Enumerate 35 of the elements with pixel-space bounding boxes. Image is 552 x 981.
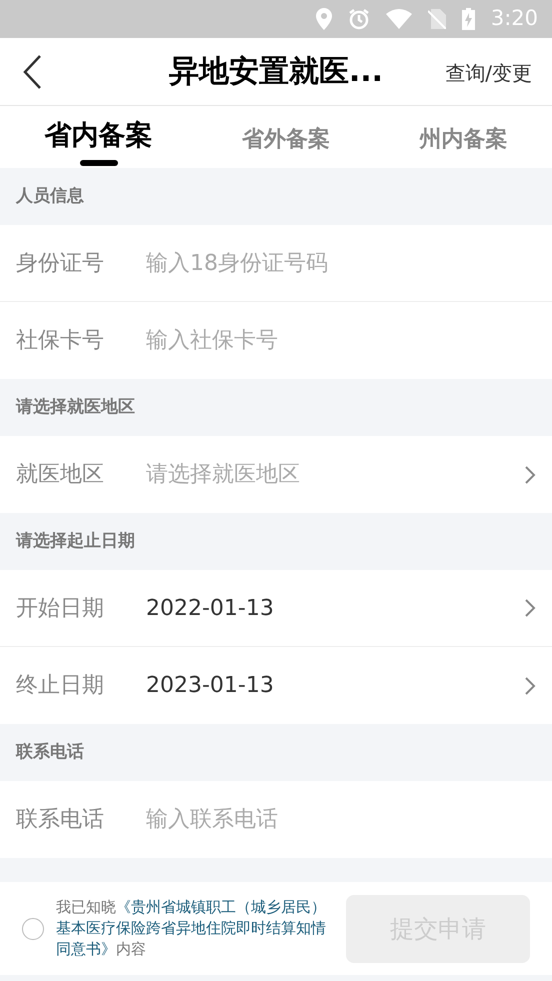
input-field[interactable]: 输入社保卡号 (146, 324, 536, 357)
field-label: 开始日期 (16, 594, 105, 622)
section-header: 人员信息 (14, 184, 85, 208)
agreement-radio[interactable] (22, 918, 44, 940)
form-field[interactable]: 身份证号 输入18身份证号码 (0, 225, 552, 302)
alarm-icon (348, 8, 370, 30)
select-value[interactable]: 2022-01-13 (146, 592, 524, 624)
chevron-right-icon (524, 464, 536, 484)
chevron-right-icon (524, 598, 536, 618)
section-header: 联系电话 (14, 740, 85, 764)
field-label: 联系电话 (16, 806, 105, 834)
form-field[interactable]: 联系电话 输入联系电话 (0, 781, 552, 858)
input-field[interactable]: 输入18身份证号码 (146, 246, 536, 280)
field-label: 终止日期 (16, 672, 105, 700)
chevron-right-icon (524, 676, 536, 696)
section-header: 请选择就医地区 (14, 396, 136, 419)
page-title: 异地安置就医... (168, 53, 384, 91)
query-change-link[interactable]: 查询/变更 (445, 58, 532, 88)
field-label: 就医地区 (16, 461, 105, 489)
tab[interactable]: 州内备案 (419, 123, 508, 168)
select-value[interactable]: 2023-01-13 (146, 669, 524, 702)
field-label: 社保卡号 (16, 327, 105, 355)
battery-icon (462, 8, 475, 30)
section-header: 请选择起止日期 (14, 530, 136, 553)
input-field[interactable]: 输入联系电话 (146, 803, 536, 836)
field-label: 身份证号 (16, 250, 105, 278)
form-field[interactable]: 社保卡号 输入社保卡号 (0, 302, 552, 379)
tab[interactable]: 省内备案 (44, 116, 153, 168)
no-sim-icon (428, 9, 446, 29)
wifi-icon (386, 9, 412, 29)
location-icon (316, 8, 332, 30)
select-placeholder[interactable]: 请选择就医地区 (146, 458, 524, 491)
agreement-text: 我已知晓《贵州省城镇职工（城乡居民）基本医疗保险跨省异地住院即时结算知情同意书》内容 (56, 897, 327, 960)
back-button[interactable] (22, 54, 42, 90)
tab[interactable]: 省外备案 (242, 123, 330, 168)
